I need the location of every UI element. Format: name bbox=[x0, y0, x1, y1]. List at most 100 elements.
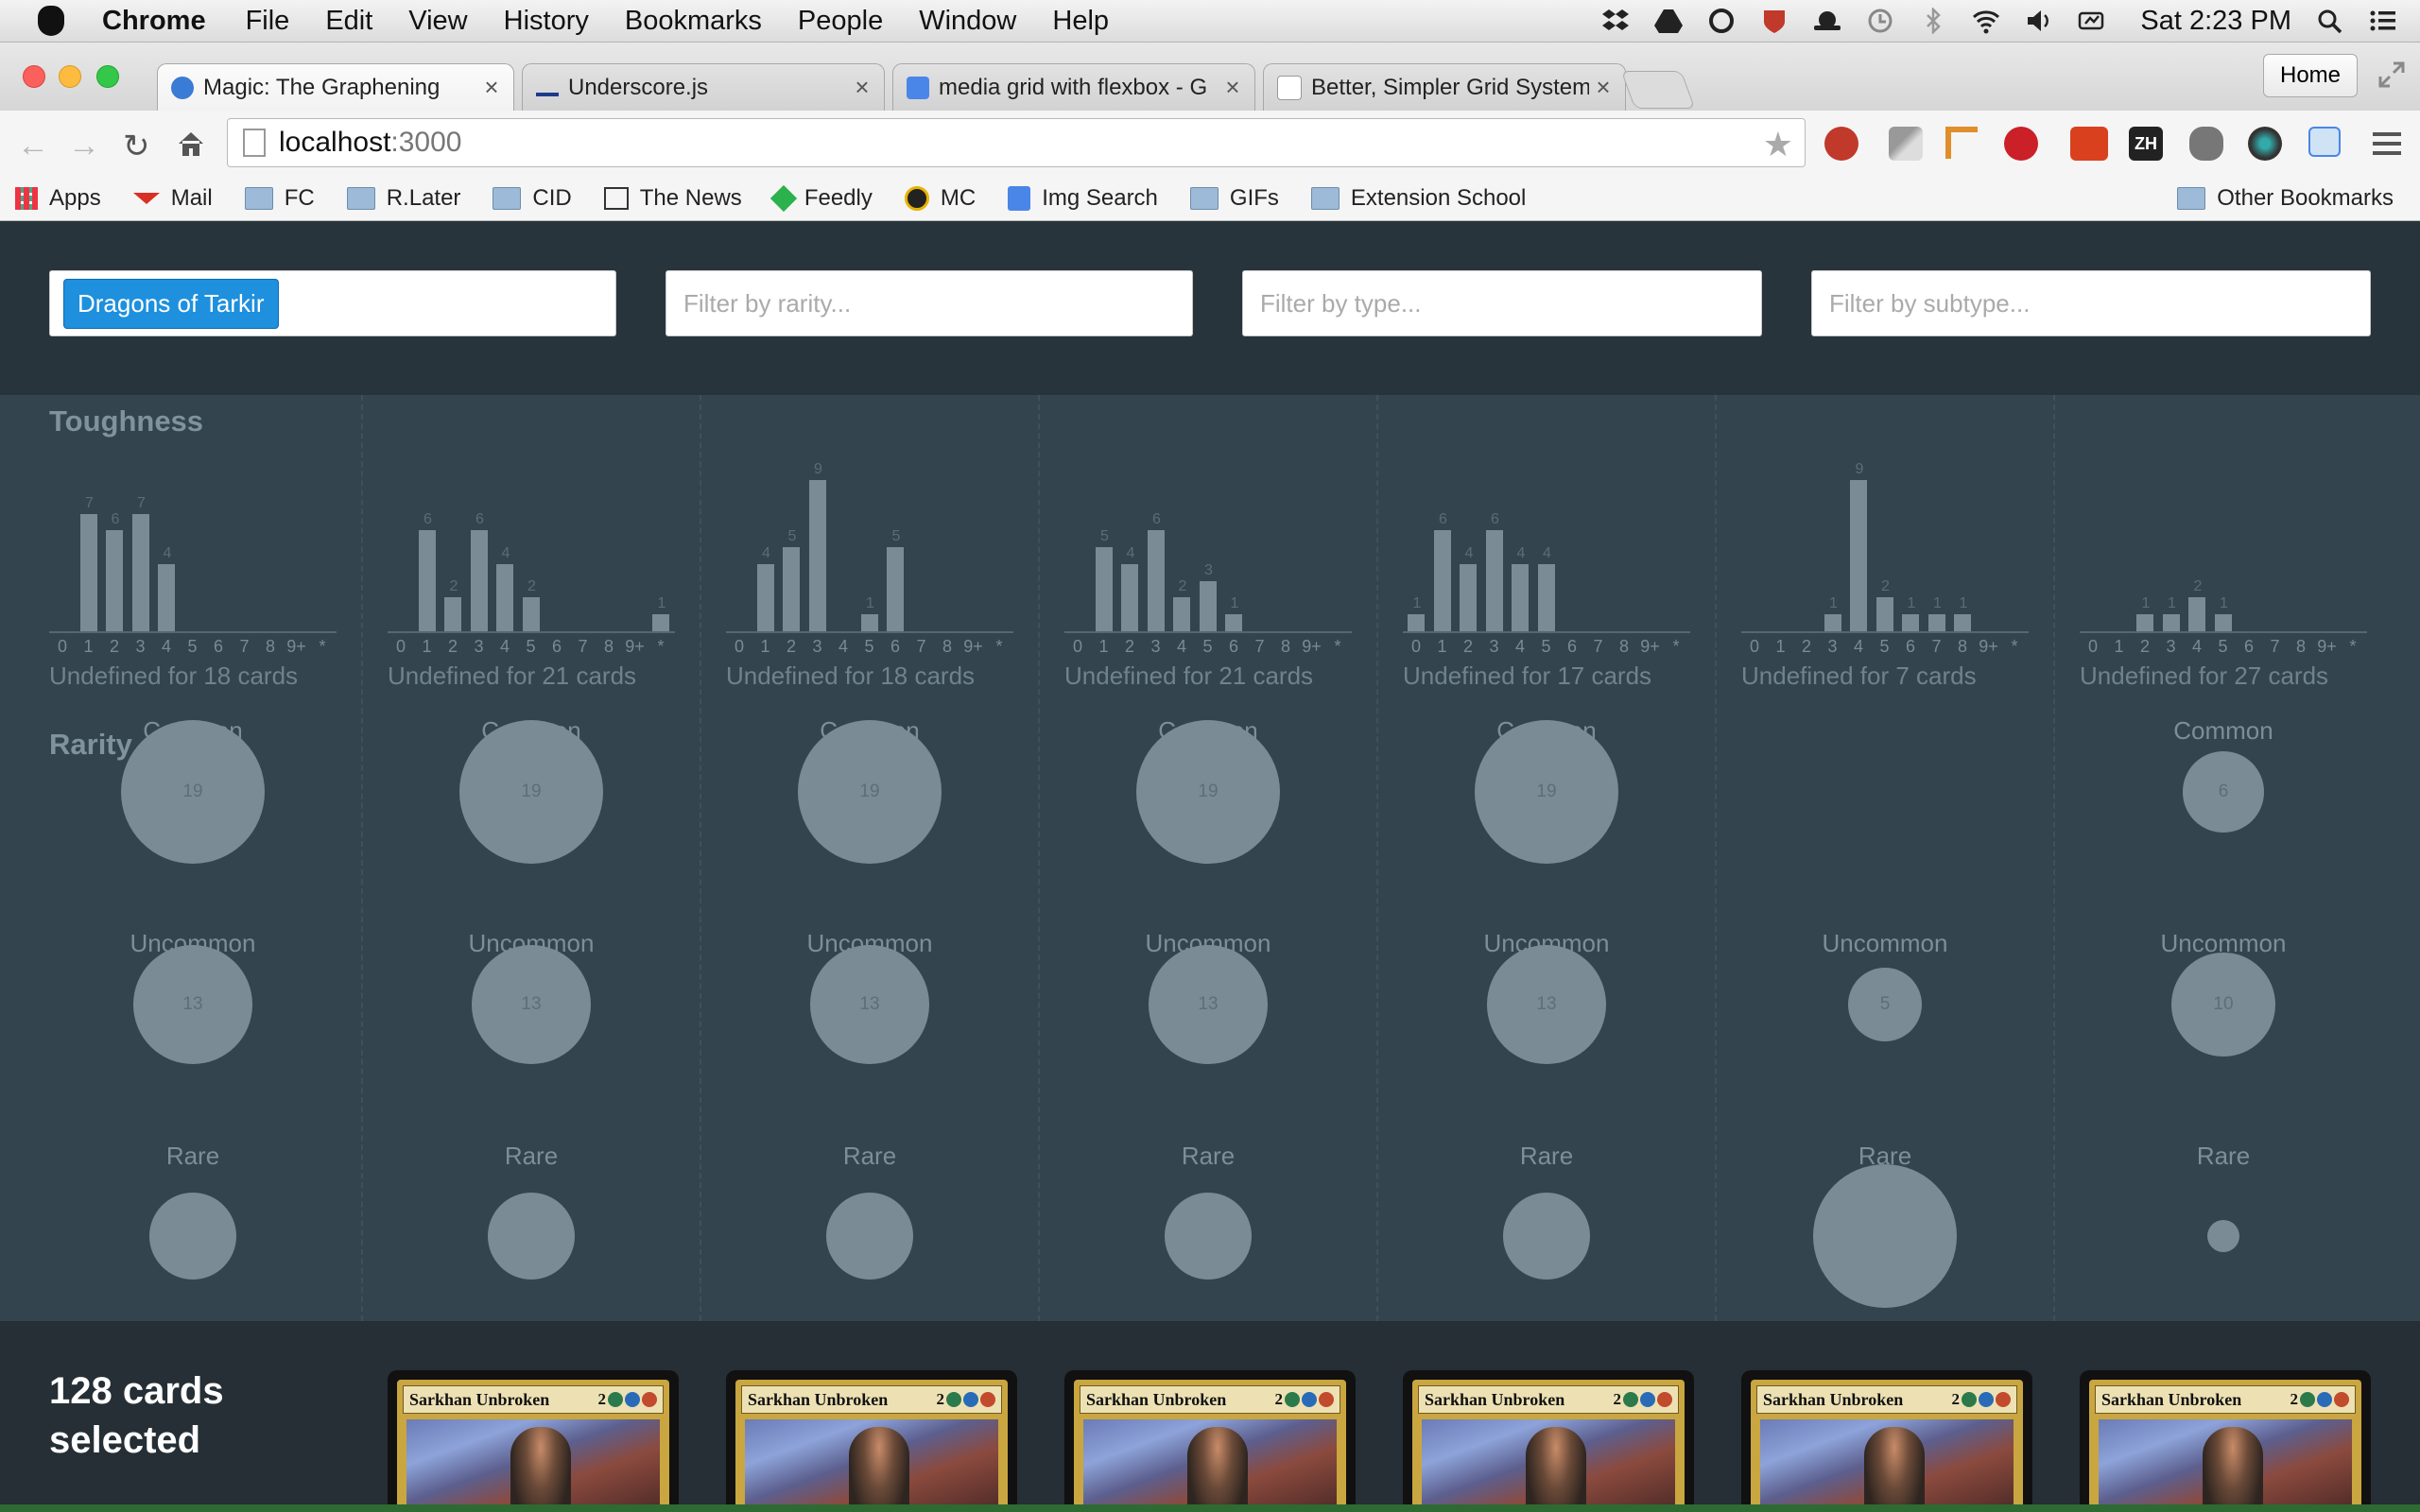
creative-cloud-icon[interactable] bbox=[1707, 8, 1736, 34]
card-thumbnail[interactable]: Sarkhan Unbroken 2 bbox=[1403, 1370, 1694, 1512]
toughness-bar[interactable] bbox=[1850, 480, 1867, 631]
toughness-bar[interactable] bbox=[1095, 547, 1113, 631]
camera-lens-icon[interactable] bbox=[2248, 127, 2282, 161]
toughness-bar[interactable] bbox=[2136, 614, 2153, 631]
chrome-menu-icon[interactable] bbox=[2371, 129, 2403, 158]
toughness-bar[interactable] bbox=[1121, 563, 1138, 631]
toughness-bar[interactable] bbox=[522, 597, 540, 631]
set-filter-input[interactable]: Dragons of Tarkir bbox=[49, 270, 616, 336]
set-filter-tag[interactable]: Dragons of Tarkir bbox=[63, 278, 279, 329]
ruler-icon[interactable] bbox=[1945, 127, 1978, 159]
close-window-button[interactable] bbox=[23, 65, 45, 88]
toughness-bar[interactable] bbox=[1537, 563, 1555, 631]
rarity-bubble[interactable]: 5 bbox=[1848, 968, 1922, 1041]
toughness-bar[interactable] bbox=[1927, 614, 1945, 631]
toughness-bar[interactable] bbox=[1512, 563, 1529, 631]
tab-media-grid-flexbox[interactable]: media grid with flexbox - G × bbox=[892, 63, 1255, 111]
battery-icon[interactable] bbox=[2078, 8, 2106, 34]
rarity-bubble[interactable]: 13 bbox=[472, 945, 591, 1064]
type-filter-input[interactable]: Filter by type... bbox=[1242, 270, 1762, 336]
minimize-window-button[interactable] bbox=[59, 65, 81, 88]
rarity-bubble[interactable]: 13 bbox=[1149, 945, 1268, 1064]
rarity-bubble[interactable]: 19 bbox=[459, 720, 603, 864]
rarity-bubble[interactable] bbox=[1164, 1192, 1253, 1280]
adblock-icon[interactable] bbox=[1824, 127, 1858, 161]
bookmark-gifs[interactable]: GIFs bbox=[1189, 185, 1279, 212]
card-thumbnail[interactable]: Sarkhan Unbroken 2 bbox=[388, 1370, 679, 1512]
eyedropper-icon[interactable] bbox=[1889, 127, 1923, 161]
bookmark-star-icon[interactable]: ★ bbox=[1763, 125, 1793, 164]
close-tab-icon[interactable]: × bbox=[1219, 73, 1247, 102]
bookmark-extension-school[interactable]: Extension School bbox=[1310, 185, 1526, 212]
evernote-icon[interactable] bbox=[2189, 127, 2223, 161]
rarity-bubble[interactable]: 10 bbox=[2170, 952, 2276, 1057]
toughness-bar[interactable] bbox=[444, 597, 461, 631]
home-button[interactable]: Home bbox=[2263, 54, 2358, 97]
toughness-bar[interactable] bbox=[1147, 530, 1165, 631]
rarity-bubble[interactable]: 19 bbox=[1136, 720, 1280, 864]
menu-window[interactable]: Window bbox=[919, 6, 1016, 37]
window-extension-icon[interactable] bbox=[2308, 127, 2341, 157]
toughness-bar[interactable] bbox=[860, 614, 878, 631]
toughness-bar[interactable] bbox=[2188, 597, 2205, 631]
toughness-bar[interactable] bbox=[887, 547, 904, 631]
toughness-bar[interactable] bbox=[1902, 614, 1919, 631]
menu-edit[interactable]: Edit bbox=[325, 6, 372, 37]
toughness-bar[interactable] bbox=[1225, 614, 1242, 631]
menu-people[interactable]: People bbox=[798, 6, 883, 37]
google-drive-icon[interactable] bbox=[1654, 8, 1684, 34]
menu-file[interactable]: File bbox=[246, 6, 290, 37]
toughness-bar[interactable] bbox=[1408, 614, 1425, 631]
card-thumbnail[interactable]: Sarkhan Unbroken 2 bbox=[726, 1370, 1017, 1512]
toughness-bar[interactable] bbox=[808, 480, 826, 631]
apple-menu-icon[interactable] bbox=[38, 6, 64, 36]
toughness-bar[interactable] bbox=[2214, 614, 2232, 631]
zoom-window-button[interactable] bbox=[96, 65, 119, 88]
zh-extension-icon[interactable]: ZH bbox=[2129, 127, 2163, 161]
bookmark-apps[interactable]: Apps bbox=[15, 185, 101, 212]
rarity-bubble[interactable]: 19 bbox=[1475, 720, 1618, 864]
toughness-bar[interactable] bbox=[106, 530, 123, 631]
close-tab-icon[interactable]: × bbox=[477, 73, 506, 102]
toughness-bar[interactable] bbox=[418, 530, 436, 631]
menu-history[interactable]: History bbox=[504, 6, 589, 37]
menubar-clock[interactable]: Sat 2:23 PM bbox=[2140, 6, 2291, 37]
toughness-bar[interactable] bbox=[1433, 530, 1451, 631]
toughness-bar[interactable] bbox=[79, 513, 97, 631]
bookmark-feedly[interactable]: Feedly bbox=[769, 184, 873, 213]
rarity-bubble[interactable]: 13 bbox=[133, 945, 252, 1064]
spotlight-search-icon[interactable] bbox=[2316, 8, 2344, 34]
bluetooth-icon[interactable] bbox=[1919, 8, 1947, 34]
card-thumbnail[interactable]: Sarkhan Unbroken 2 bbox=[2080, 1370, 2371, 1512]
toughness-bar[interactable] bbox=[1199, 580, 1217, 631]
rarity-bubble[interactable]: 6 bbox=[2183, 751, 2264, 833]
bookmark-the-news[interactable]: The News bbox=[603, 185, 742, 212]
toughness-bar[interactable] bbox=[1460, 563, 1477, 631]
rarity-filter-input[interactable]: Filter by rarity... bbox=[666, 270, 1193, 336]
tab-better-simpler-grid[interactable]: Better, Simpler Grid System × bbox=[1263, 63, 1626, 111]
close-tab-icon[interactable]: × bbox=[1589, 73, 1617, 102]
home-icon[interactable] bbox=[176, 129, 206, 158]
toughness-bar[interactable] bbox=[470, 530, 488, 631]
menu-bookmarks[interactable]: Bookmarks bbox=[625, 6, 762, 37]
toughness-bar[interactable] bbox=[1173, 597, 1190, 631]
reload-icon[interactable]: ↻ bbox=[123, 128, 150, 165]
toughness-bar[interactable] bbox=[1876, 597, 1893, 631]
menu-help[interactable]: Help bbox=[1052, 6, 1109, 37]
bookmark-img-search[interactable]: Img Search bbox=[1008, 185, 1158, 212]
dropbox-icon[interactable] bbox=[1601, 8, 1630, 34]
toughness-bar[interactable] bbox=[756, 563, 774, 631]
bookmark-mail[interactable]: Mail bbox=[132, 185, 213, 212]
rarity-bubble[interactable] bbox=[1813, 1164, 1957, 1308]
rarity-bubble[interactable]: 19 bbox=[798, 720, 942, 864]
rarity-bubble[interactable]: 19 bbox=[121, 720, 265, 864]
new-tab-button[interactable] bbox=[1620, 71, 1696, 109]
menu-app-name[interactable]: Chrome bbox=[102, 6, 206, 37]
card-thumbnail[interactable]: Sarkhan Unbroken 2 bbox=[1064, 1370, 1356, 1512]
rarity-bubble[interactable]: 13 bbox=[810, 945, 929, 1064]
toughness-bar[interactable] bbox=[783, 547, 800, 631]
notification-center-icon[interactable] bbox=[2369, 8, 2397, 34]
toughness-bar[interactable] bbox=[158, 563, 175, 631]
card-thumbnail[interactable]: Sarkhan Unbroken 2 bbox=[1741, 1370, 2032, 1512]
on-toggle-icon[interactable] bbox=[2070, 127, 2108, 161]
